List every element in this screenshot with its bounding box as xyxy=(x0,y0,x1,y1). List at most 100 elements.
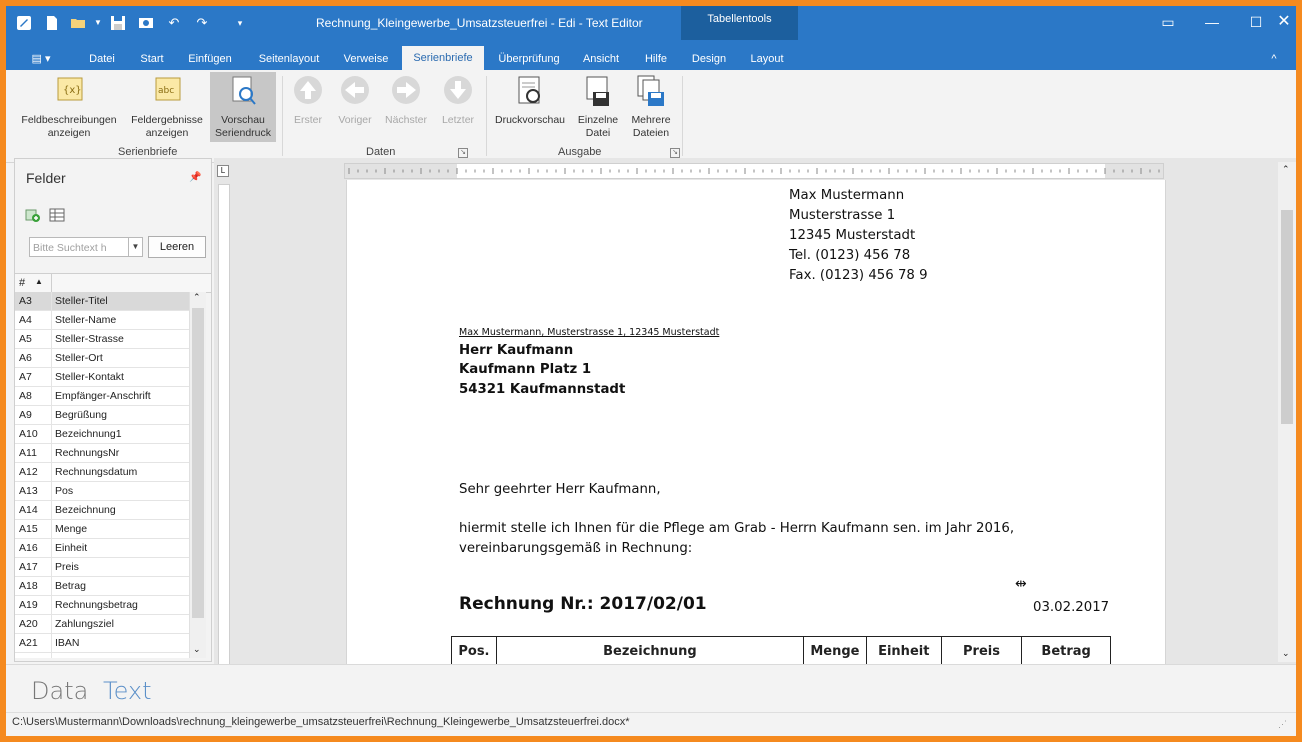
field-row[interactable]: A20 Zahlungsziel xyxy=(15,615,189,634)
field-id: A10 xyxy=(19,428,38,440)
field-search-input[interactable]: Bitte Suchtext h xyxy=(29,237,129,257)
collapse-ribbon-icon[interactable]: ^ xyxy=(1264,48,1284,70)
field-name: Rechnungsbetrag xyxy=(51,596,189,615)
close-button[interactable]: ✕ xyxy=(1264,12,1296,32)
tab-design[interactable]: Design xyxy=(687,48,731,70)
field-row[interactable]: A11 RechnungsNr xyxy=(15,444,189,463)
column-hash-header[interactable]: # xyxy=(19,277,25,289)
table-view-icon[interactable] xyxy=(49,207,65,223)
resize-grip-icon[interactable]: ⋰ xyxy=(1278,717,1287,731)
tab-stop-selector-icon[interactable]: L xyxy=(217,165,229,177)
tab-datei[interactable]: Datei xyxy=(80,48,124,70)
field-id: A16 xyxy=(19,542,38,554)
table-header-einheit[interactable]: Einheit xyxy=(865,636,942,666)
preview-mail-merge-button[interactable]: Vorschau Seriendruck xyxy=(210,72,276,142)
table-header-pos[interactable]: Pos. xyxy=(451,636,497,666)
tab-einfuegen[interactable]: Einfügen xyxy=(182,48,238,70)
tab-hilfe[interactable]: Hilfe xyxy=(636,48,676,70)
table-header-bezeichnung[interactable]: Bezeichnung xyxy=(495,636,805,666)
horizontal-ruler[interactable] xyxy=(344,163,1164,179)
field-codes-button[interactable]: {x} Feldbeschreibungen anzeigen xyxy=(14,74,124,140)
scroll-up-icon[interactable]: ⌃ xyxy=(193,292,201,303)
daten-dialog-launcher-icon[interactable]: ↘ xyxy=(458,148,468,158)
save-icon[interactable] xyxy=(110,15,126,31)
table-header-preis[interactable]: Preis xyxy=(940,636,1023,666)
field-row[interactable]: A6 Steller-Ort xyxy=(15,349,189,368)
field-row[interactable]: A21 IBAN xyxy=(15,634,189,653)
field-name: BIC xyxy=(51,653,189,658)
tab-layout[interactable]: Layout xyxy=(743,48,791,70)
single-file-label-1: Einzelne xyxy=(577,114,619,126)
print-preview-button[interactable]: Druckvorschau xyxy=(492,74,568,127)
single-file-button[interactable]: Einzelne Datei xyxy=(574,74,622,140)
sender-city: 12345 Musterstadt xyxy=(789,228,916,243)
redo-icon[interactable]: ↷ xyxy=(194,15,210,31)
first-record-button[interactable]: Erster xyxy=(288,74,328,127)
tab-verweise[interactable]: Verweise xyxy=(336,48,396,70)
ribbon-options-icon[interactable]: ▭ xyxy=(1148,12,1188,32)
editor-scroll-down-icon[interactable]: ⌄ xyxy=(1282,648,1290,659)
editor-scroll-up-icon[interactable]: ⌃ xyxy=(1282,164,1290,175)
table-header-menge[interactable]: Menge xyxy=(803,636,867,666)
view-tabs: Data Text xyxy=(6,664,1296,713)
app-icon[interactable] xyxy=(16,15,32,31)
tab-start[interactable]: Start xyxy=(132,48,172,70)
field-results-label-1: Feldergebnisse xyxy=(131,114,203,126)
pin-icon[interactable]: 📌 xyxy=(189,172,201,183)
field-row[interactable]: A19 Rechnungsbetrag xyxy=(15,596,189,615)
backstage-menu-icon[interactable]: ▤ ▾ xyxy=(24,48,58,70)
search-dropdown-icon[interactable]: ▼ xyxy=(129,237,143,257)
field-row[interactable]: A15 Menge xyxy=(15,520,189,539)
customize-toolbar-icon[interactable]: ▾ xyxy=(232,15,248,31)
group-daten-label: Daten xyxy=(366,146,396,158)
editor-scroll-thumb[interactable] xyxy=(1281,210,1293,424)
tab-ueberpruefung[interactable]: Überprüfung xyxy=(492,48,566,70)
undo-icon[interactable]: ↶ xyxy=(166,15,182,31)
field-row[interactable]: A10 Bezeichnung1 xyxy=(15,425,189,444)
field-row[interactable]: A7 Steller-Kontakt xyxy=(15,368,189,387)
field-row[interactable]: A9 Begrüßung xyxy=(15,406,189,425)
multiple-files-button[interactable]: Mehrere Dateien xyxy=(626,74,676,140)
field-row[interactable]: A8 Empfänger-Anschrift xyxy=(15,387,189,406)
clear-search-button[interactable]: Leeren xyxy=(148,236,206,258)
tab-text-view[interactable]: Text xyxy=(103,677,152,705)
next-record-button[interactable]: Nächster xyxy=(380,74,432,127)
open-dropdown-icon[interactable]: ▼ xyxy=(90,15,106,31)
previous-record-button[interactable]: Voriger xyxy=(334,74,376,127)
new-document-icon[interactable] xyxy=(44,15,60,31)
field-row[interactable]: A3 Steller-Titel xyxy=(15,292,189,311)
field-row[interactable]: A16 Einheit xyxy=(15,539,189,558)
print-preview-icon[interactable] xyxy=(138,15,154,31)
vertical-ruler[interactable] xyxy=(218,184,230,666)
tab-ansicht[interactable]: Ansicht xyxy=(576,48,626,70)
field-row[interactable]: A22 BIC xyxy=(15,653,189,658)
field-row[interactable]: A12 Rechnungsdatum xyxy=(15,463,189,482)
minimize-button[interactable]: — xyxy=(1192,12,1232,32)
field-row[interactable]: A18 Betrag xyxy=(15,577,189,596)
field-row[interactable]: A5 Steller-Strasse xyxy=(15,330,189,349)
ausgabe-dialog-launcher-icon[interactable]: ↘ xyxy=(670,148,680,158)
editor-scrollbar[interactable]: ⌃ ⌄ xyxy=(1278,162,1296,662)
add-field-icon[interactable] xyxy=(25,207,41,223)
tab-serienbriefe[interactable]: Serienbriefe xyxy=(402,46,484,70)
invoice-table[interactable]: Pos. Bezeichnung Menge Einheit Preis Bet… xyxy=(451,636,1111,666)
table-header-betrag[interactable]: Betrag xyxy=(1021,636,1111,666)
fields-grid-scrollbar[interactable]: ⌃ ⌄ xyxy=(189,292,206,658)
field-results-button[interactable]: abc Feldergebnisse anzeigen xyxy=(126,74,208,140)
last-record-button[interactable]: Letzter xyxy=(436,74,480,127)
document-page[interactable]: Max Mustermann Musterstrasse 1 12345 Mus… xyxy=(346,180,1166,666)
column-resize-cursor-icon: ⇹ xyxy=(1015,576,1027,592)
field-row[interactable]: A4 Steller-Name xyxy=(15,311,189,330)
field-row[interactable]: A13 Pos xyxy=(15,482,189,501)
invoice-date: 03.02.2017 xyxy=(1033,600,1110,615)
open-folder-icon[interactable] xyxy=(70,15,86,31)
field-codes-label-1: Feldbeschreibungen xyxy=(21,114,117,126)
tab-seitenlayout[interactable]: Seitenlayout xyxy=(250,48,328,70)
field-row[interactable]: A17 Preis xyxy=(15,558,189,577)
window-title: Rechnung_Kleingewerbe_Umsatzsteuerfrei -… xyxy=(316,16,643,30)
field-row[interactable]: A14 Bezeichnung xyxy=(15,501,189,520)
tab-data-view[interactable]: Data xyxy=(31,677,88,705)
ribbon-tabs: ▤ ▾ Datei Start Einfügen Seitenlayout Ve… xyxy=(6,40,1296,70)
scroll-down-icon[interactable]: ⌄ xyxy=(193,644,201,655)
fields-grid-scroll-thumb[interactable] xyxy=(192,308,204,618)
